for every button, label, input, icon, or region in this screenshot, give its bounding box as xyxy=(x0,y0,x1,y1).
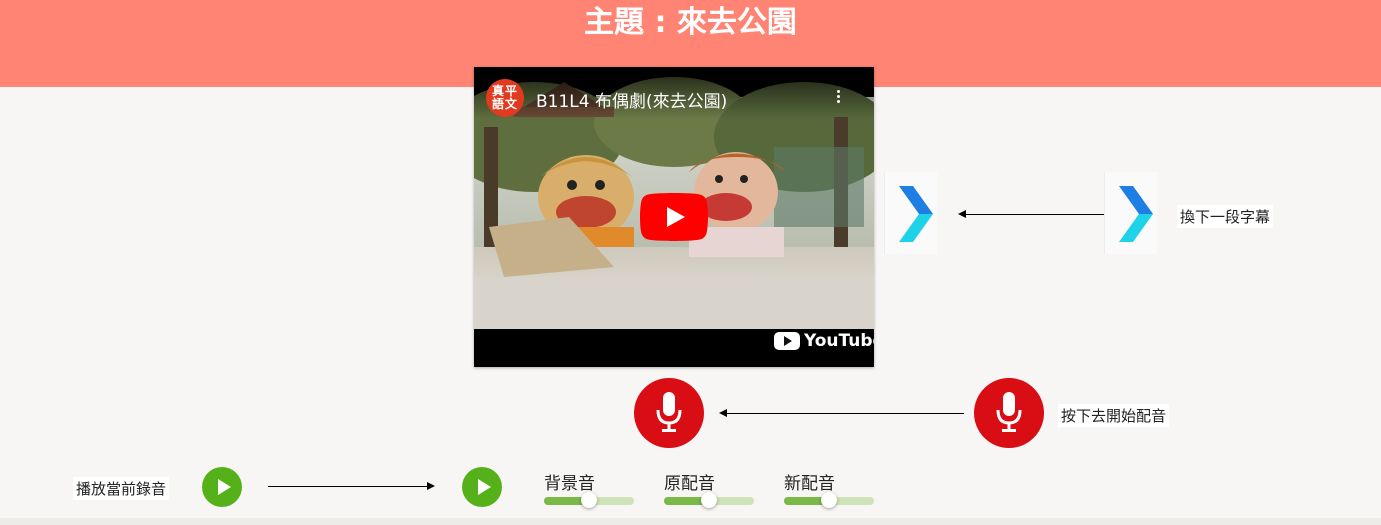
slider-thumb[interactable] xyxy=(581,492,597,508)
slider-label: 背景音 xyxy=(544,474,595,494)
arrow-line xyxy=(725,413,964,414)
slider-track[interactable] xyxy=(784,492,874,508)
microphone-icon xyxy=(996,392,1022,432)
next-subtitle-hint-button[interactable] xyxy=(1104,172,1157,254)
channel-logo-text: 真平語文 xyxy=(491,84,518,111)
youtube-icon xyxy=(774,332,800,350)
playback-hint-button[interactable] xyxy=(202,467,242,507)
more-options-icon[interactable] xyxy=(833,89,843,107)
microphone-icon xyxy=(656,392,682,432)
slider-track[interactable] xyxy=(664,492,754,508)
arrow-line xyxy=(268,486,428,487)
slider-label: 原配音 xyxy=(664,474,715,494)
youtube-logo[interactable]: YouTube xyxy=(774,329,874,353)
next-subtitle-label: 換下一段字幕 xyxy=(1177,205,1274,228)
original-voice-volume-slider[interactable]: 原配音 xyxy=(664,469,756,509)
record-label: 按下去開始配音 xyxy=(1058,404,1170,427)
background-volume-slider[interactable]: 背景音 xyxy=(544,469,636,509)
next-subtitle-button[interactable] xyxy=(884,172,937,254)
channel-logo[interactable]: 真平語文 xyxy=(486,79,524,117)
arrow-head-icon xyxy=(427,482,435,490)
video-title[interactable]: B11L4 布偶劇(來去公園) xyxy=(536,87,727,112)
chevron-right-icon xyxy=(899,186,933,242)
new-voice-volume-slider[interactable]: 新配音 xyxy=(784,469,876,509)
slider-thumb[interactable] xyxy=(821,492,837,508)
video-player[interactable]: 真平語文 B11L4 布偶劇(來去公園) YouTube xyxy=(474,67,874,367)
footer-strip xyxy=(0,518,1381,525)
page-title: 主題 : 來去公園 xyxy=(584,5,797,40)
slider-label: 新配音 xyxy=(784,474,835,494)
video-play-button[interactable] xyxy=(640,193,708,241)
slider-thumb[interactable] xyxy=(701,492,717,508)
playback-label: 播放當前錄音 xyxy=(73,477,170,500)
record-button[interactable] xyxy=(634,378,704,448)
record-hint-button[interactable] xyxy=(974,378,1044,448)
chevron-right-icon xyxy=(1119,186,1153,242)
arrow-line xyxy=(964,214,1105,215)
play-recording-button[interactable] xyxy=(462,467,502,507)
youtube-wordmark: YouTube xyxy=(804,331,874,351)
slider-track[interactable] xyxy=(544,492,634,508)
